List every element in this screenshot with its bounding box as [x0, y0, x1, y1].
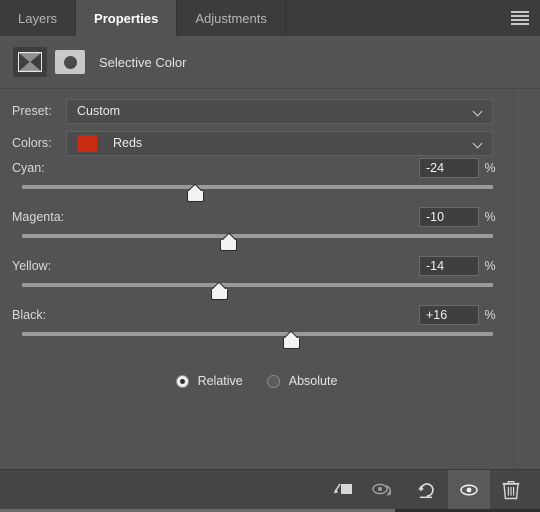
slider-track-area[interactable]: [12, 183, 493, 205]
slider-header: Cyan: -24%: [12, 156, 513, 180]
slider-track-area[interactable]: [12, 330, 493, 352]
slider-thumb[interactable]: [220, 232, 238, 251]
layer-mask-thumbnail-icon[interactable]: [55, 50, 85, 74]
preset-value: Custom: [77, 104, 121, 118]
slider-yellow: Yellow: -14%: [12, 254, 513, 303]
radio-relative[interactable]: Relative: [175, 374, 243, 388]
slider-value-input[interactable]: -10: [419, 207, 479, 227]
slider-label: Black:: [12, 308, 47, 322]
slider-header: Black: +16%: [12, 303, 513, 327]
slider-value-input[interactable]: +16: [419, 305, 479, 325]
slider-list: Cyan: -24% Magenta: -10% Yellow: -14% Black: +1…: [0, 156, 513, 352]
preset-label: Preset:: [12, 104, 52, 118]
chevron-down-icon: [474, 140, 483, 146]
slider-label: Magenta:: [12, 210, 65, 224]
slider-cyan: Cyan: -24%: [12, 156, 513, 205]
tab-properties-label: Properties: [94, 10, 159, 26]
slider-track-area[interactable]: [12, 232, 493, 254]
page-title: Selective Color: [99, 54, 187, 70]
colors-select[interactable]: Reds: [66, 130, 493, 156]
slider-unit: %: [484, 308, 496, 322]
tab-adjustments[interactable]: Adjustments: [177, 0, 286, 36]
slider-track[interactable]: [22, 283, 493, 287]
slider-value-input[interactable]: -24: [419, 158, 479, 178]
slider-header: Magenta: -10%: [12, 205, 513, 229]
colors-label: Colors:: [12, 136, 52, 150]
panel-right-edge: [513, 89, 540, 469]
selective-color-icon[interactable]: [13, 47, 47, 77]
color-swatch: [77, 134, 97, 152]
radio-absolute[interactable]: Absolute: [266, 374, 338, 388]
slider-value-input[interactable]: -14: [419, 256, 479, 276]
slider-black: Black: +16%: [12, 303, 513, 352]
tab-layers[interactable]: Layers: [0, 0, 77, 36]
tab-layers-label: Layers: [18, 10, 58, 26]
chevron-down-icon: [474, 108, 483, 114]
slider-track[interactable]: [22, 332, 493, 336]
delete-trash-icon[interactable]: [490, 470, 532, 510]
slider-label: Cyan:: [12, 161, 45, 175]
radio-relative-control[interactable]: [175, 374, 189, 388]
slider-thumb[interactable]: [210, 281, 228, 300]
slider-unit: %: [484, 210, 496, 224]
slider-thumb[interactable]: [282, 330, 300, 349]
method-radio-group: Relative Absolute: [0, 374, 513, 388]
slider-track-area[interactable]: [12, 281, 493, 303]
slider-track[interactable]: [22, 185, 493, 189]
hamburger-menu-icon[interactable]: [508, 9, 532, 27]
radio-absolute-label: Absolute: [288, 374, 338, 388]
slider-unit: %: [484, 259, 496, 273]
panel-footer-toolbar: [0, 469, 540, 510]
slider-thumb[interactable]: [186, 183, 204, 202]
tab-adjustments-label: Adjustments: [195, 10, 267, 26]
panel-body: Preset: Custom Colors: Reds Cyan: -24% Mag…: [0, 89, 513, 469]
reset-icon[interactable]: [406, 470, 448, 510]
radio-absolute-control[interactable]: [266, 374, 280, 388]
tab-bar-filler: [285, 0, 540, 36]
slider-header: Yellow: -14%: [12, 254, 513, 278]
slider-magenta: Magenta: -10%: [12, 205, 513, 254]
toggle-visibility-eye-icon[interactable]: [448, 470, 490, 510]
radio-relative-label: Relative: [197, 374, 243, 388]
colors-value: Reds: [113, 136, 143, 150]
properties-panel: Layers Properties Adjustments Selective …: [0, 0, 540, 512]
adjustment-header: Selective Color: [0, 36, 540, 89]
slider-track[interactable]: [22, 234, 493, 238]
colors-row: Colors: Reds: [12, 130, 513, 156]
panel-tab-bar: Layers Properties Adjustments: [0, 0, 540, 36]
tab-properties[interactable]: Properties: [76, 0, 178, 36]
preset-row: Preset: Custom: [12, 98, 513, 124]
view-previous-state-icon[interactable]: [364, 470, 406, 510]
clip-to-layer-icon[interactable]: [322, 470, 364, 510]
preset-select[interactable]: Custom: [66, 98, 493, 124]
slider-label: Yellow:: [12, 259, 52, 273]
slider-unit: %: [484, 161, 496, 175]
